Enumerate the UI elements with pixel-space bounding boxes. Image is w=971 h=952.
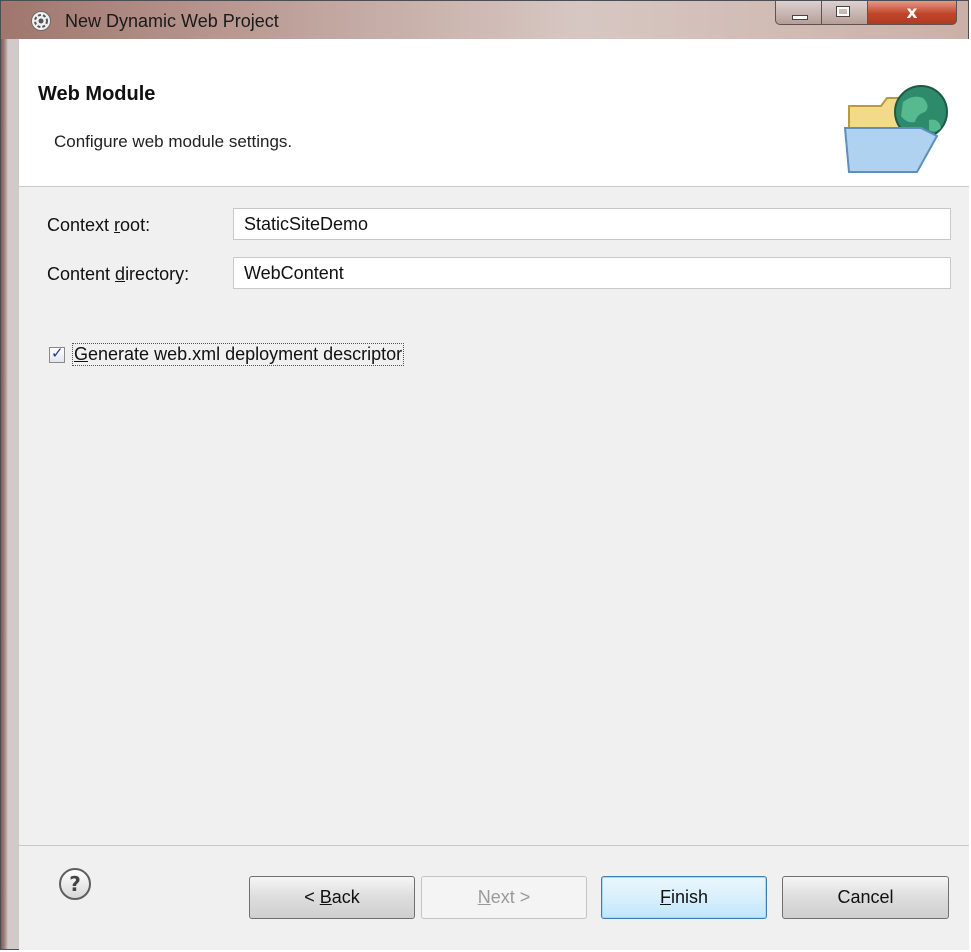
eclipse-icon [31, 11, 51, 31]
close-button[interactable]: x [868, 1, 957, 25]
dialog-window: New Dynamic Web Project x Web Module Con… [0, 0, 969, 950]
next-button[interactable]: Next > [421, 876, 587, 919]
wizard-content: Context root: Content directory: ✓ Gener… [19, 187, 969, 845]
page-title: Web Module [38, 83, 156, 105]
finish-button[interactable]: Finish [601, 876, 767, 919]
window-controls: x [775, 1, 969, 27]
context-root-input[interactable] [233, 208, 951, 240]
title-bar[interactable]: New Dynamic Web Project x [1, 1, 968, 39]
window-title: New Dynamic Web Project [65, 11, 279, 31]
wizard-footer: ? < Back Next > Finish Cancel [19, 845, 969, 950]
page-description: Configure web module settings. [54, 132, 293, 151]
content-directory-label: Content directory: [47, 264, 190, 284]
cancel-button[interactable]: Cancel [782, 876, 949, 919]
maximize-button[interactable] [822, 1, 868, 25]
close-icon: x [906, 3, 918, 23]
maximize-icon [836, 6, 850, 17]
context-root-label: Context root: [47, 215, 151, 235]
help-icon[interactable]: ? [59, 868, 91, 900]
generate-descriptor-label[interactable]: Generate web.xml deployment descriptor [72, 343, 405, 366]
wizard-header: Web Module Configure web module settings… [19, 39, 969, 187]
minimize-icon [792, 15, 808, 20]
minimize-button[interactable] [775, 1, 822, 25]
checkmark-icon: ✓ [51, 344, 64, 362]
back-button[interactable]: < Back [249, 876, 415, 919]
content-directory-input[interactable] [233, 257, 951, 289]
folder-globe-icon [843, 85, 948, 173]
generate-descriptor-checkbox[interactable]: ✓ [49, 344, 65, 363]
